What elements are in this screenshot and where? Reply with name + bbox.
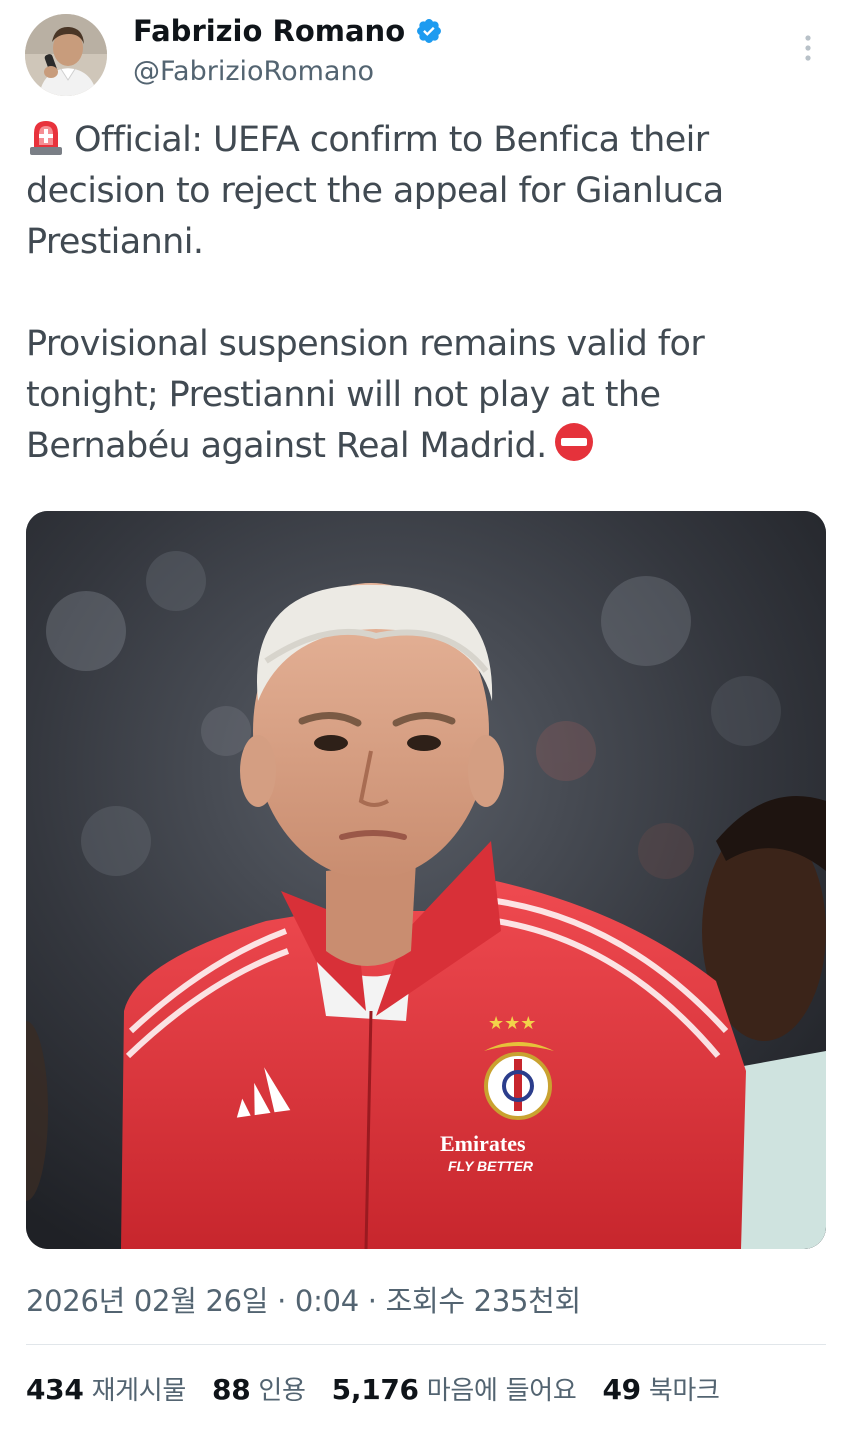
quotes-stat[interactable]: 88 인용	[212, 1370, 306, 1407]
shirt-sponsor-line1: Emirates	[440, 1131, 526, 1156]
divider	[26, 1344, 826, 1345]
likes-label: 마음에 들어요	[426, 1376, 577, 1406]
reposts-label: 재게시물	[91, 1376, 187, 1406]
shirt-sponsor-line2: FLY BETTER	[448, 1158, 534, 1174]
author-handle[interactable]: @FabrizioRomano	[133, 56, 374, 87]
author-name-text: Fabrizio Romano	[133, 14, 406, 48]
svg-text:★★★: ★★★	[488, 1013, 536, 1034]
reposts-stat[interactable]: 434 재게시물	[26, 1370, 186, 1407]
rotating-light-icon	[30, 121, 62, 155]
bookmarks-stat[interactable]: 49 북마크	[602, 1370, 720, 1407]
bookmarks-count: 49	[602, 1373, 641, 1406]
tweet-header: Fabrizio Romano @FabrizioRomano	[0, 0, 850, 110]
tweet-paragraph-2-text: Provisional suspension remains valid for…	[26, 324, 705, 466]
tweet-paragraph-1-text: Official: UEFA confirm to Benfica their …	[26, 120, 724, 262]
verified-badge-icon	[417, 19, 442, 43]
reposts-count: 434	[26, 1373, 84, 1406]
avatar-photo	[25, 14, 107, 96]
more-options-icon[interactable]	[796, 30, 820, 66]
likes-stat[interactable]: 5,176 마음에 들어요	[332, 1370, 577, 1407]
tweet-body: Official: UEFA confirm to Benfica their …	[26, 115, 816, 472]
tweet-paragraph-1: Official: UEFA confirm to Benfica their …	[26, 115, 816, 268]
quotes-label: 인용	[258, 1376, 306, 1406]
quotes-count: 88	[212, 1373, 251, 1406]
engagement-stats: 434 재게시물 88 인용 5,176 마음에 들어요 49 북마크	[26, 1370, 826, 1407]
author-display-name[interactable]: Fabrizio Romano	[133, 14, 443, 48]
tweet-paragraph-2: Provisional suspension remains valid for…	[26, 319, 816, 472]
tweet-photo[interactable]: ★★★ Emirates FLY BETTER	[26, 511, 826, 1249]
tweet-meta[interactable]: 2026년 02월 26일 · 0:04 · 조회수 235천회	[26, 1278, 581, 1320]
bookmarks-label: 북마크	[648, 1376, 720, 1406]
author-avatar[interactable]	[25, 14, 107, 96]
player-photo: ★★★ Emirates FLY BETTER	[26, 511, 826, 1249]
likes-count: 5,176	[331, 1373, 419, 1406]
no-entry-icon	[554, 423, 593, 461]
